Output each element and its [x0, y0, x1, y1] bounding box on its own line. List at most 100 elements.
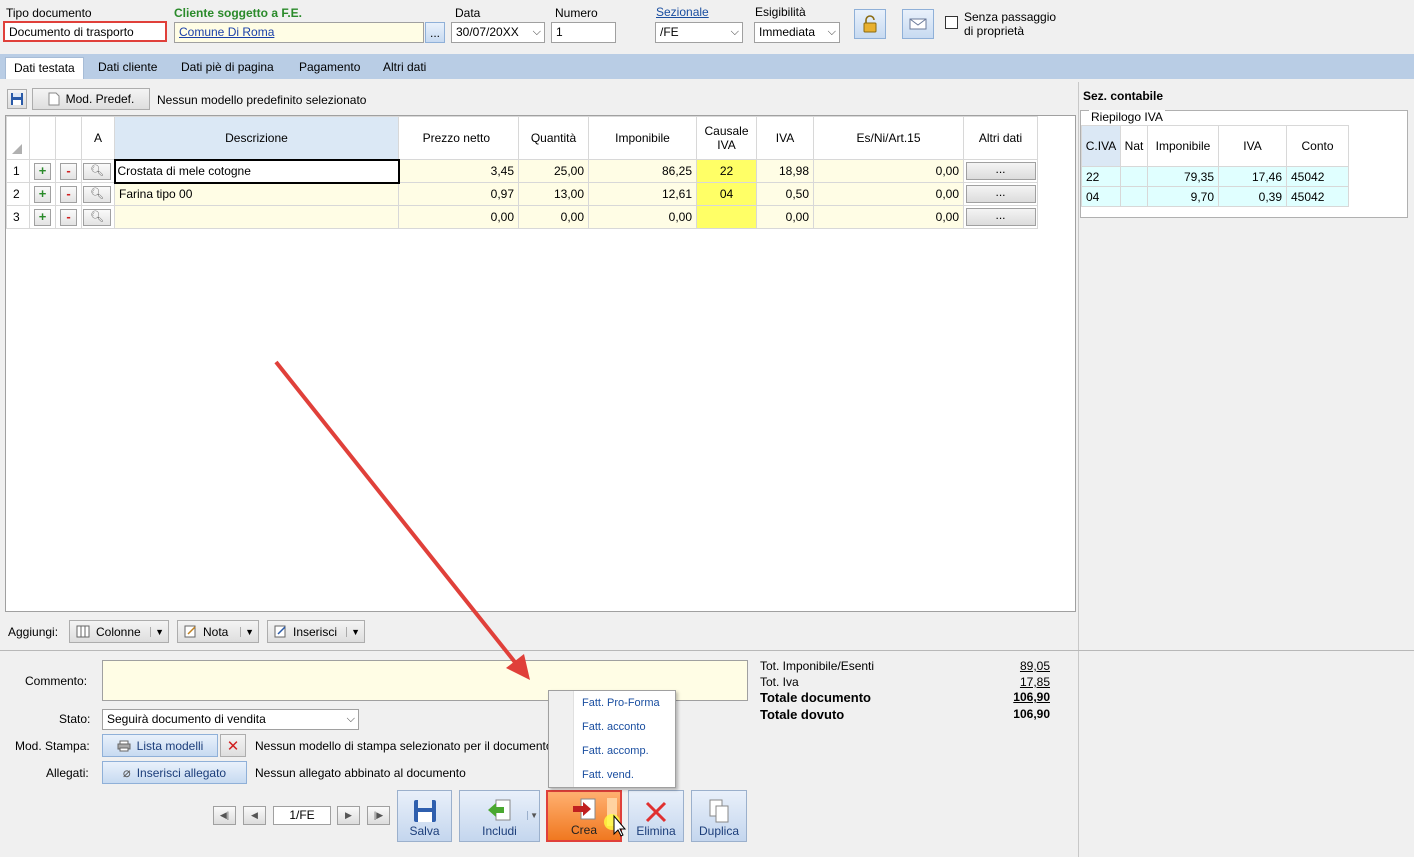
- includi-button[interactable]: Includi ▼: [459, 790, 540, 842]
- menu-item-accomp[interactable]: Fatt. accomp.: [582, 745, 649, 757]
- first-record-button[interactable]: ◀|: [213, 806, 236, 825]
- causale-cell[interactable]: 22: [696, 159, 757, 183]
- quantita-cell[interactable]: 0,00: [518, 205, 589, 229]
- cliente-field[interactable]: Comune Di Roma: [174, 22, 424, 43]
- cliente-browse-button[interactable]: ...: [425, 22, 445, 43]
- iva-cell[interactable]: 0,50: [756, 182, 814, 206]
- causale-cell[interactable]: [696, 205, 757, 229]
- altri-dati-button[interactable]: ...: [965, 208, 1036, 226]
- iva-header[interactable]: IVA: [756, 116, 814, 160]
- remove-row-button[interactable]: -: [60, 162, 77, 180]
- menu-item-acconto[interactable]: Fatt. acconto: [582, 721, 646, 733]
- delete-x-icon: [645, 801, 667, 823]
- last-record-button[interactable]: |▶: [367, 806, 390, 825]
- imponibile-cell[interactable]: 12,61: [588, 182, 697, 206]
- sez-contabile-title: Sez. contabile: [1083, 89, 1164, 103]
- next-record-button[interactable]: ▶: [337, 806, 360, 825]
- imponibile-header[interactable]: Imponibile: [588, 116, 697, 160]
- riepilogo-iva-label: Riepilogo IVA: [1089, 110, 1165, 124]
- quantita-cell[interactable]: 25,00: [518, 159, 589, 183]
- descrizione-cell[interactable]: Farina tipo 00: [114, 182, 399, 206]
- iva-cell[interactable]: 18,98: [756, 159, 814, 183]
- table-row[interactable]: 3 + - 🔍︎ 0,00 0,00 0,00 0,00 0,00 ...: [6, 205, 1038, 229]
- inserisci-button[interactable]: Inserisci ▼: [267, 620, 365, 643]
- table-row[interactable]: 2 + - 🔍︎ Farina tipo 00 0,97 13,00 12,61…: [6, 182, 1038, 206]
- esni-cell[interactable]: 0,00: [813, 182, 964, 206]
- crea-label: Crea: [570, 823, 597, 837]
- add-row-button[interactable]: +: [34, 162, 51, 180]
- chevron-down-icon: ⌵: [532, 26, 541, 38]
- prezzo-header[interactable]: Prezzo netto: [398, 116, 519, 160]
- nota-button[interactable]: Nota ▼: [177, 620, 259, 643]
- record-position-field[interactable]: 1/FE: [273, 806, 331, 825]
- tab-dati-testata[interactable]: Dati testata: [5, 57, 84, 79]
- add-row-button[interactable]: +: [34, 208, 51, 226]
- imponibile-cell[interactable]: 86,25: [588, 159, 697, 183]
- esni-cell[interactable]: 0,00: [813, 159, 964, 183]
- esigibilita-select[interactable]: Immediata ⌵: [754, 22, 840, 43]
- remove-row-button[interactable]: -: [60, 208, 77, 226]
- magnifier-icon[interactable]: 🔍︎: [83, 162, 111, 180]
- tipo-documento-field[interactable]: Documento di trasporto: [3, 21, 167, 42]
- chevron-down-icon[interactable]: ▼: [527, 811, 538, 820]
- add-row-button[interactable]: +: [34, 185, 51, 203]
- elimina-button[interactable]: Elimina: [628, 790, 684, 842]
- causale-cell[interactable]: 04: [696, 182, 757, 206]
- table-row[interactable]: 22 79,35 17,46 45042: [1081, 166, 1349, 187]
- table-row[interactable]: 1 + - 🔍︎ Crostata di mele cotogne 3,45 2…: [6, 158, 1038, 184]
- tab-dati-cliente[interactable]: Dati cliente: [90, 57, 165, 79]
- prev-record-button[interactable]: ◀: [243, 806, 266, 825]
- altri-dati-button[interactable]: ...: [965, 162, 1036, 180]
- prezzo-cell[interactable]: 0,00: [398, 205, 519, 229]
- save-model-button[interactable]: [7, 89, 27, 109]
- stato-select[interactable]: Seguirà documento di vendita ⌵: [102, 709, 359, 730]
- data-field[interactable]: 30/07/20XX ⌵: [451, 22, 545, 43]
- descrizione-header[interactable]: Descrizione: [114, 116, 399, 160]
- allegati-label: Allegati:: [46, 766, 89, 780]
- magnifier-icon[interactable]: 🔍︎: [83, 185, 111, 203]
- esni-header[interactable]: Es/Ni/Art.15: [813, 116, 964, 160]
- tab-altri-dati[interactable]: Altri dati: [375, 57, 434, 79]
- table-row[interactable]: 04 9,70 0,39 45042: [1081, 186, 1349, 207]
- conto-header[interactable]: Conto: [1286, 125, 1349, 167]
- prezzo-cell[interactable]: 0,97: [398, 182, 519, 206]
- tab-pagamento[interactable]: Pagamento: [291, 57, 368, 79]
- iva-sum-header[interactable]: IVA: [1218, 125, 1287, 167]
- chevron-down-icon[interactable]: ▼: [150, 626, 164, 637]
- chevron-down-icon[interactable]: ▼: [240, 626, 254, 637]
- esni-cell[interactable]: 0,00: [813, 205, 964, 229]
- lista-modelli-button[interactable]: Lista modelli: [102, 734, 218, 757]
- senza-passaggio-checkbox[interactable]: [945, 16, 958, 29]
- altri-dati-button[interactable]: ...: [965, 185, 1036, 203]
- numero-field[interactable]: 1: [551, 22, 616, 43]
- menu-item-vend[interactable]: Fatt. vend.: [582, 769, 634, 781]
- causale-iva-header[interactable]: Causale IVA: [696, 116, 757, 160]
- duplica-button[interactable]: Duplica: [691, 790, 747, 842]
- imp-header[interactable]: Imponibile: [1147, 125, 1219, 167]
- quantita-cell[interactable]: 13,00: [518, 182, 589, 206]
- tab-dati-pie-pagina[interactable]: Dati piè di pagina: [173, 57, 282, 79]
- imponibile-cell[interactable]: 0,00: [588, 205, 697, 229]
- sezionale-link[interactable]: Sezionale: [656, 5, 709, 19]
- chevron-down-icon[interactable]: ▼: [346, 626, 360, 637]
- descrizione-cell[interactable]: Crostata di mele cotogne: [113, 158, 400, 184]
- sezionale-select[interactable]: /FE ⌵: [655, 22, 743, 43]
- nat-header[interactable]: Nat: [1120, 125, 1148, 167]
- remove-row-button[interactable]: -: [60, 185, 77, 203]
- prezzo-cell[interactable]: 3,45: [398, 159, 519, 183]
- clear-modello-button[interactable]: ✕: [220, 734, 246, 757]
- descrizione-cell[interactable]: [114, 205, 399, 229]
- magnifier-icon[interactable]: 🔍︎: [83, 208, 111, 226]
- iva-cell[interactable]: 0,00: [756, 205, 814, 229]
- envelope-button[interactable]: [902, 9, 934, 39]
- mod-predef-button[interactable]: Mod. Predef.: [32, 88, 150, 110]
- inserisci-allegato-button[interactable]: ⌀ Inserisci allegato: [102, 761, 247, 784]
- altri-dati-header[interactable]: Altri dati: [963, 116, 1038, 160]
- civa-header[interactable]: C.IVA: [1081, 125, 1121, 167]
- colonne-button[interactable]: Colonne ▼: [69, 620, 169, 643]
- select-all-corner-icon[interactable]: [12, 144, 22, 154]
- menu-item-pro-forma[interactable]: Fatt. Pro-Forma: [582, 697, 660, 709]
- salva-button[interactable]: Salva: [397, 790, 452, 842]
- quantita-header[interactable]: Quantità: [518, 116, 589, 160]
- lock-button[interactable]: [854, 9, 886, 39]
